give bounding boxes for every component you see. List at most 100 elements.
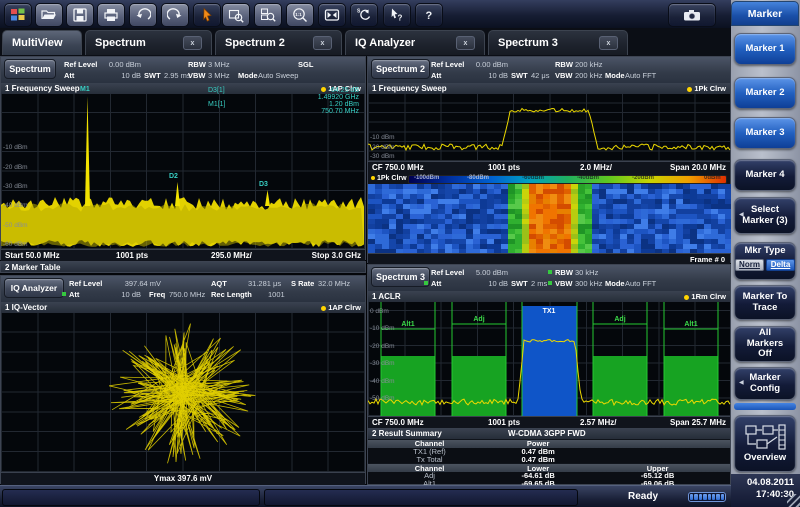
iq-analyzer-window: IQ Analyzer Ref Level 397.64 mV AQT 31.2… [0,275,366,484]
table-row: Tx Total 0.47 dBm [368,456,730,464]
ref-level-key: Ref Level [69,279,102,288]
softkey-marker-2[interactable]: Marker 2 [734,77,796,109]
colorbar-tick: -40dBm [577,175,599,181]
softkey-partial-button[interactable] [734,403,796,410]
spectrum1-channel-button[interactable]: Spectrum [4,59,56,79]
softkey-overview[interactable]: Overview [734,415,796,472]
marker-table-bar[interactable]: 2 Marker Table [0,261,366,273]
ready-indicator: Ready [628,491,658,502]
mode-value: Auto Sweep [258,71,298,80]
ref-level-key: Ref Level [431,268,464,277]
windows-logo-icon[interactable] [4,3,32,27]
tab-close-icon[interactable]: x [456,36,475,50]
iq-constellation-trace [1,313,364,472]
y-tick: -20 dBm [370,343,395,350]
softkey-marker-to-trace[interactable]: Marker To Trace [734,285,796,320]
softkey-label: Marker Config [743,373,787,395]
colorbar-tick: -20dBm [632,175,654,181]
print-icon[interactable] [97,3,125,27]
iq-channel-button[interactable]: IQ Analyzer [4,278,64,298]
spectrum1-graph: -10 dBm -20 dBm -30 dBm -40 dBm -50 dBm … [1,94,365,249]
zoom-overview-icon[interactable] [254,3,282,27]
screenshot-camera-icon[interactable] [668,3,716,27]
help-pointer-icon[interactable]: ? [383,3,411,27]
readout-m1-freq: 750.70 MHz [247,108,359,115]
readout-d3-name: D3[1] [208,87,225,94]
open-file-icon[interactable] [35,3,63,27]
zoom-area-icon[interactable] [222,3,250,27]
undo-icon[interactable] [129,3,157,27]
softkey-marker-3[interactable]: Marker 3 [734,117,796,149]
spectrum2-header: Spectrum 2 Ref Level 0.00 dBm RBW 200 kH… [368,57,730,84]
spectrum2-channel-button[interactable]: Spectrum 2 [371,59,430,79]
tab-spectrum[interactable]: Spectrum x [85,30,212,55]
window-title: 1 Frequency Sweep [5,84,80,93]
tab-close-icon[interactable]: x [183,36,202,50]
softkey-marker-4[interactable]: Marker 4 [734,159,796,191]
softkey-select-marker[interactable]: ◀ Select Marker (3) [734,197,796,234]
submenu-arrow-icon: ◀ [739,380,744,387]
submenu-arrow-icon: ◀ [739,212,744,219]
swt-key: SWT [511,279,528,288]
status-bar: Ready [0,485,731,507]
spectrum3-channel-button[interactable]: Spectrum 3 [371,267,430,287]
zoom-one-to-one-icon[interactable]: 1:1 [286,3,314,27]
att-value: 10 dB [99,290,141,299]
spectrum2-window: Spectrum 2 Ref Level 0.00 dBm RBW 200 kH… [367,56,731,263]
colorbar-tick: -60dBm [522,175,544,181]
alt1-left-label: Alt1 [393,321,423,328]
y-tick: 0 dBm [370,308,389,315]
swt-key: SWT [144,71,161,80]
trace-legend-label: 1Rm Clrw [691,292,726,301]
mkr-type-delta[interactable]: Delta [766,259,795,271]
y-tick: -20 dBm [3,164,28,171]
ymax-label: Ymax 397.6 mV [154,474,212,483]
mkr-type-norm[interactable]: Norm [735,259,764,271]
select-pointer-icon[interactable] [193,3,221,27]
tab-spectrum-3[interactable]: Spectrum 3x [488,30,628,55]
center-freq: CF 750.0 MHz [372,163,424,172]
display-window-icon[interactable] [318,3,346,27]
continuous-sweep-icon[interactable]: S [350,3,378,27]
y-tick: -30 dBm [370,153,395,160]
freq-key: Freq [149,290,165,299]
redo-icon[interactable] [161,3,189,27]
softkey-marker-config[interactable]: ◀ Marker Config [734,367,796,400]
y-tick: -40 dBm [3,202,28,209]
tab-multiview[interactable]: MultiView [2,30,82,55]
att-key: Att [64,71,74,80]
center-freq: CF 750.0 MHz [372,418,424,427]
x-stop: Stop 3.0 GHz [312,251,361,260]
readout-d3-freq: 1.49920 GHz [247,94,359,101]
window-title: 1 ACLR [372,292,401,301]
iq-header: IQ Analyzer Ref Level 397.64 mV AQT 31.2… [1,276,365,303]
colorbar-tick: -80dBm [467,175,489,181]
svg-text:?: ? [426,10,433,22]
adj-right-label: Adj [605,316,635,323]
help-icon[interactable]: ? [415,3,443,27]
trace-legend: 1Rm Clrw [684,292,726,301]
tab-spectrum-2[interactable]: Spectrum 2 x [215,30,342,55]
swt-key: SWT [511,71,528,80]
tab-label: Spectrum 2 [225,37,285,49]
tab-label: Spectrum [95,37,146,49]
status-left-box [2,489,260,506]
save-icon[interactable] [66,3,94,27]
trace-legend: 1Pk Clrw [687,84,726,93]
sweep-points: 1001 pts [488,163,520,172]
tab-label: MultiView [12,37,63,49]
tab-iq-analyzer[interactable]: IQ Analyzerx [345,30,485,55]
rbw-value: 200 kHz [575,60,603,69]
softkey-all-markers-off[interactable]: All Markers Off [734,326,796,362]
softkey-marker-1[interactable]: Marker 1 [734,33,796,65]
tab-close-icon[interactable]: x [599,36,618,50]
softkey-mkr-type[interactable]: Mkr Type Norm Delta [734,242,796,280]
tab-close-icon[interactable]: x [313,36,332,50]
span: Span 20.0 MHz [670,163,726,172]
spectrum2-trace [368,94,731,161]
vbw-value: 200 kHz [575,71,603,80]
resize-grip [787,494,800,507]
swt-value: 2 ms [531,279,547,288]
rbw-value: 3 MHz [208,60,230,69]
ref-level-value: 5.00 dBm [466,268,508,277]
